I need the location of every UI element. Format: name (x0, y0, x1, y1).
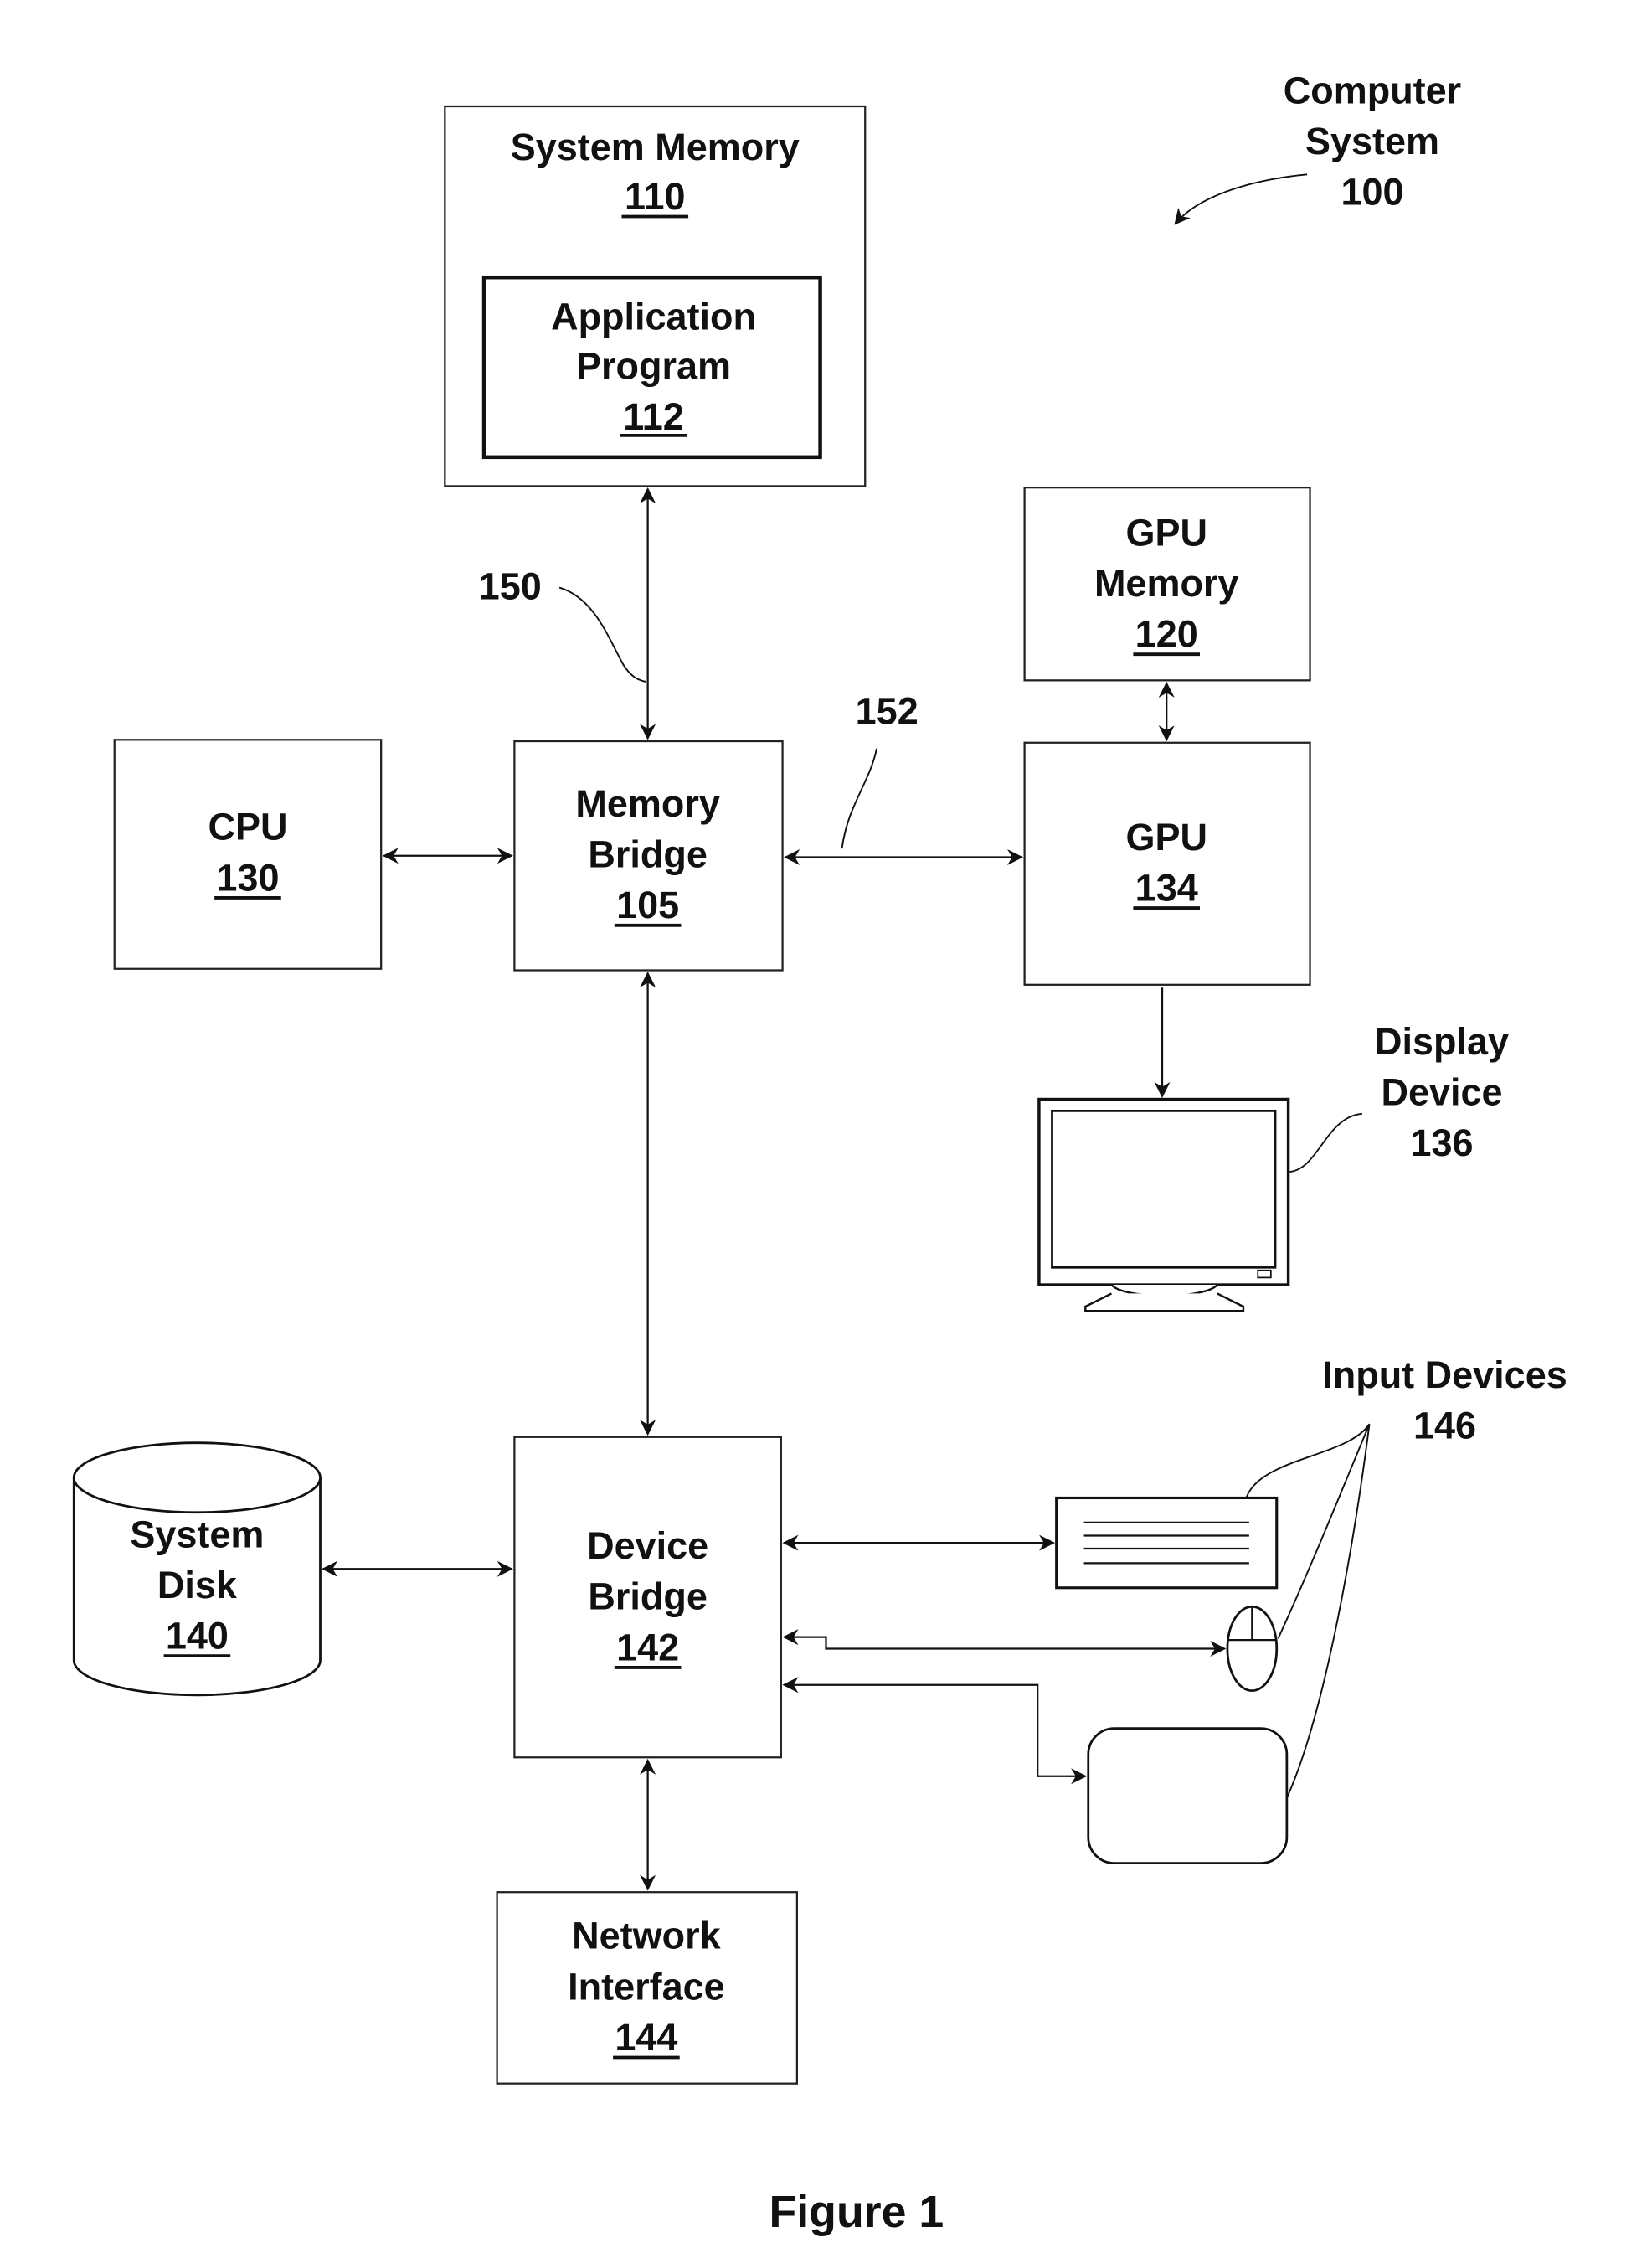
network-interface-line1: Network (572, 1915, 721, 1957)
keyboard-icon (1055, 1496, 1279, 1590)
application-program-ref: 112 (623, 395, 684, 438)
computer-system-ref: 100 (1341, 171, 1403, 214)
patent-figure: Computer System 100 System Memory 110 Ap… (72, 70, 1567, 2237)
system-memory-ref: 110 (625, 175, 686, 218)
gpu-memory-ref: 120 (1135, 613, 1198, 656)
bus-150-leader (558, 586, 647, 683)
computer-system-line1: Computer (1284, 70, 1461, 112)
computer-system-pointer-arrow (1174, 173, 1308, 225)
memory-bridge-ref: 105 (616, 884, 679, 926)
monitor-stand (1084, 1292, 1245, 1312)
gpu-memory-line2: Memory (1094, 562, 1238, 605)
system-disk-line2: Disk (157, 1564, 238, 1606)
display-device-label: Display Device 136 (1289, 1020, 1509, 1173)
tablet-icon (1087, 1727, 1289, 1864)
bus-152-label: 152 (856, 689, 919, 732)
network-interface-block: Network Interface 144 (496, 1891, 799, 2085)
memory-bridge-line2: Bridge (588, 833, 707, 876)
system-disk-line1: System (130, 1513, 264, 1555)
gpu-memory-line1: GPU (1125, 511, 1207, 554)
gpu-block: GPU 134 (1023, 741, 1311, 986)
keyboard-body (1055, 1496, 1279, 1590)
display-device-line2: Device (1382, 1070, 1503, 1113)
tablet-link-arrow (782, 1677, 1088, 1785)
input-devices-ref: 146 (1413, 1405, 1476, 1447)
mouse-link-arrow (782, 1629, 1227, 1657)
system-memory-label: System Memory (511, 126, 800, 168)
bus-150-label: 150 (479, 564, 542, 607)
tablet-body (1087, 1727, 1289, 1864)
computer-system-line2: System (1305, 120, 1439, 162)
display-device-leader (1289, 1112, 1362, 1173)
gpu-box (1023, 741, 1311, 986)
gpu-label: GPU (1125, 816, 1207, 858)
bus-152-leader (841, 748, 878, 849)
input-devices-line1: Input Devices (1322, 1353, 1567, 1396)
computer-system-label: Computer System 100 (1174, 70, 1461, 225)
gpu-ref: 134 (1135, 866, 1198, 909)
application-program-block: Application Program 112 (481, 275, 822, 460)
monitor-power-button (1257, 1269, 1272, 1279)
figure-caption: Figure 1 (769, 2187, 944, 2237)
display-device-line1: Display (1375, 1020, 1509, 1063)
memory-bridge-line1: Memory (575, 782, 719, 825)
device-bridge-ref: 142 (616, 1626, 679, 1668)
display-device-icon (1037, 1097, 1290, 1312)
system-disk-ref: 140 (166, 1614, 229, 1657)
device-bridge-line1: Device (587, 1524, 708, 1567)
cpu-block: CPU 130 (113, 739, 383, 970)
system-disk-block: System Disk 140 (72, 1441, 322, 1697)
cpu-label: CPU (208, 806, 287, 848)
input-devices-leader-mouse (1277, 1423, 1371, 1639)
mouse-icon (1226, 1605, 1279, 1693)
input-devices-label: Input Devices 146 (1245, 1353, 1567, 1799)
gpu-memory-block: GPU Memory 120 (1023, 487, 1311, 682)
memory-bridge-block: Memory Bridge 105 (513, 740, 784, 972)
input-devices-leader-keyboard (1245, 1423, 1371, 1498)
network-interface-line2: Interface (568, 1965, 725, 2008)
input-devices-leader-tablet (1285, 1424, 1371, 1799)
system-memory-block: System Memory 110 Application Program 11… (444, 105, 867, 487)
device-bridge-line2: Bridge (588, 1575, 707, 1618)
system-disk-top (72, 1441, 322, 1514)
display-device-ref: 136 (1411, 1121, 1474, 1164)
network-interface-ref: 144 (615, 2016, 677, 2059)
monitor-screen (1051, 1109, 1277, 1269)
cpu-ref: 130 (216, 856, 279, 899)
application-program-line2: Program (576, 344, 731, 387)
cpu-box (113, 739, 383, 970)
device-bridge-block: Device Bridge 142 (513, 1436, 782, 1759)
application-program-line1: Application (551, 296, 756, 338)
